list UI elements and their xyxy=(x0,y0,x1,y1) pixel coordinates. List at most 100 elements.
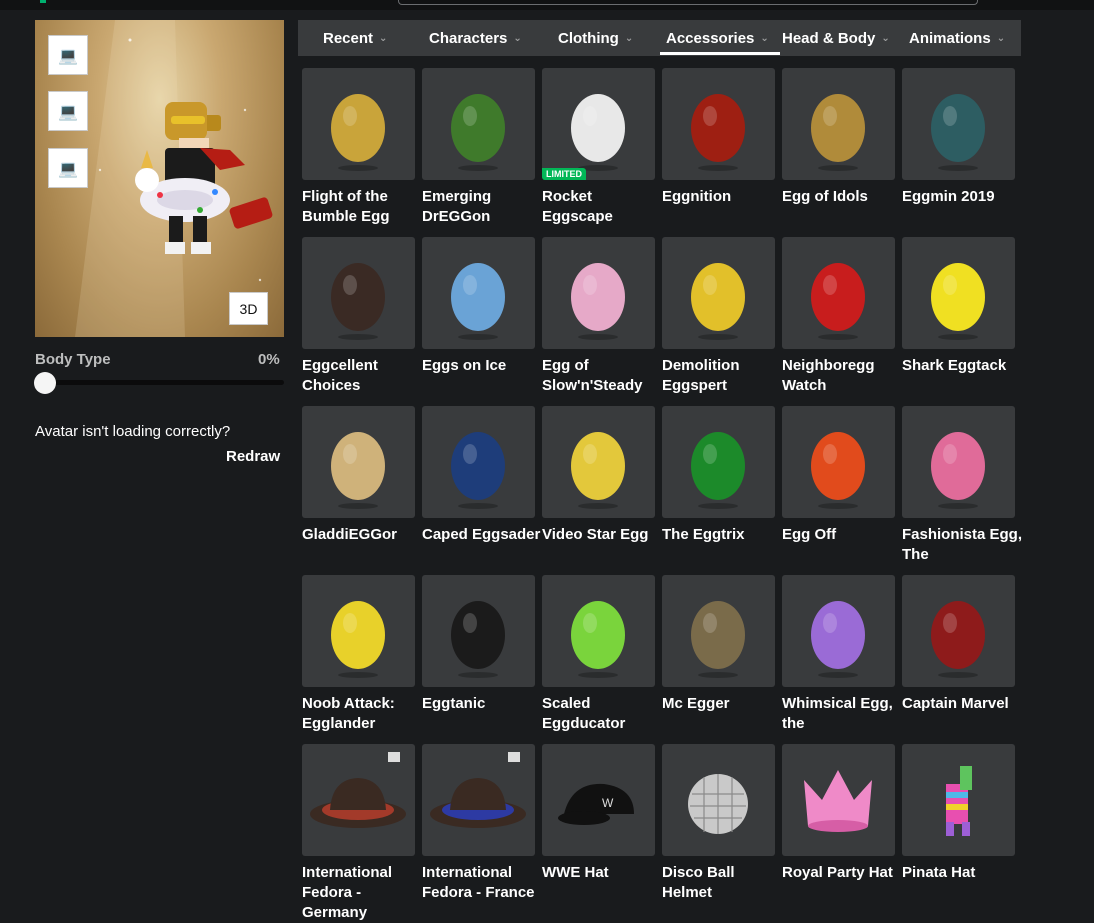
item-card[interactable]: Scaled Eggducator xyxy=(542,575,655,735)
item-name[interactable]: Captain Marvel xyxy=(902,694,1022,714)
item-card[interactable]: W WWE Hat xyxy=(542,744,655,904)
item-card[interactable]: Video Star Egg xyxy=(542,406,655,566)
tab-recent[interactable]: Recent ⌄ xyxy=(323,20,387,56)
item-name[interactable]: International Fedora - France xyxy=(422,863,542,903)
body-type-slider[interactable] xyxy=(35,380,284,385)
item-name[interactable]: Egg of Idols xyxy=(782,187,902,207)
item-thumbnail[interactable] xyxy=(542,575,655,687)
item-name[interactable]: The Eggtrix xyxy=(662,525,782,545)
item-card[interactable]: Egg Off xyxy=(782,406,895,566)
item-card[interactable]: GladdiEGGor xyxy=(302,406,415,566)
item-thumbnail[interactable] xyxy=(302,406,415,518)
item-thumbnail[interactable] xyxy=(902,575,1015,687)
item-name[interactable]: Caped Eggsader xyxy=(422,525,542,545)
item-card[interactable]: International Fedora - Germany xyxy=(302,744,415,921)
item-card[interactable]: Pinata Hat xyxy=(902,744,1015,904)
item-thumbnail[interactable] xyxy=(902,237,1015,349)
item-thumbnail[interactable] xyxy=(782,68,895,180)
item-thumbnail[interactable]: LIMITED xyxy=(542,68,655,180)
item-name[interactable]: WWE Hat xyxy=(542,863,662,883)
item-card[interactable]: Mc Egger xyxy=(662,575,775,735)
item-name[interactable]: Egg of Slow'n'Steady xyxy=(542,356,662,396)
item-thumbnail[interactable] xyxy=(782,406,895,518)
tab-characters[interactable]: Characters ⌄ xyxy=(429,20,522,56)
item-thumbnail[interactable] xyxy=(422,237,535,349)
item-card[interactable]: Emerging DrEGGon xyxy=(422,68,535,228)
item-card[interactable]: Egg of Slow'n'Steady xyxy=(542,237,655,397)
redraw-button[interactable]: Redraw xyxy=(226,448,280,465)
item-card[interactable]: Demolition Eggspert xyxy=(662,237,775,397)
item-card[interactable]: Eggmin 2019 xyxy=(902,68,1015,228)
item-thumbnail[interactable] xyxy=(422,406,535,518)
item-name[interactable]: Eggs on Ice xyxy=(422,356,542,376)
outfit-slot-1-button[interactable]: 💻 xyxy=(48,35,88,75)
item-name[interactable]: Royal Party Hat xyxy=(782,863,902,883)
search-bar[interactable] xyxy=(398,0,978,5)
tab-animations[interactable]: Animations ⌄ xyxy=(909,20,1005,56)
item-thumbnail[interactable] xyxy=(662,237,775,349)
item-name[interactable]: Whimsical Egg, the xyxy=(782,694,902,734)
item-name[interactable]: Eggmin 2019 xyxy=(902,187,1022,207)
item-thumbnail[interactable] xyxy=(662,744,775,856)
tab-accessories[interactable]: Accessories ⌄ xyxy=(666,20,769,56)
avatar-viewer[interactable]: 💻 💻 💻 3D xyxy=(35,20,284,337)
item-thumbnail[interactable] xyxy=(902,744,1015,856)
item-card[interactable]: Whimsical Egg, the xyxy=(782,575,895,735)
item-thumbnail[interactable] xyxy=(542,237,655,349)
item-name[interactable]: Video Star Egg xyxy=(542,525,662,545)
item-name[interactable]: Neighboregg Watch xyxy=(782,356,902,396)
item-card[interactable]: Noob Attack: Egglander xyxy=(302,575,415,735)
item-thumbnail[interactable]: W xyxy=(542,744,655,856)
item-card[interactable]: Caped Eggsader xyxy=(422,406,540,566)
item-thumbnail[interactable] xyxy=(662,575,775,687)
item-name[interactable]: Pinata Hat xyxy=(902,863,1022,883)
item-name[interactable]: Eggtanic xyxy=(422,694,542,714)
item-card[interactable]: Royal Party Hat xyxy=(782,744,895,904)
item-thumbnail[interactable] xyxy=(662,68,775,180)
toggle-3d-button[interactable]: 3D xyxy=(229,292,268,325)
item-card[interactable]: The Eggtrix xyxy=(662,406,775,566)
item-thumbnail[interactable] xyxy=(422,68,535,180)
item-name[interactable]: GladdiEGGor xyxy=(302,525,422,545)
item-card[interactable]: Eggcellent Choices xyxy=(302,237,415,397)
item-thumbnail[interactable] xyxy=(302,744,415,856)
item-name[interactable]: Flight of the Bumble Egg xyxy=(302,187,422,227)
item-name[interactable]: Rocket Eggscape xyxy=(542,187,662,227)
item-card[interactable]: Fashionista Egg, The xyxy=(902,406,1022,566)
item-name[interactable]: Egg Off xyxy=(782,525,902,545)
body-type-slider-thumb[interactable] xyxy=(34,372,56,394)
item-card[interactable]: Eggnition xyxy=(662,68,775,228)
item-card[interactable]: Flight of the Bumble Egg xyxy=(302,68,415,228)
item-name[interactable]: Emerging DrEGGon xyxy=(422,187,542,227)
item-name[interactable]: Eggcellent Choices xyxy=(302,356,422,396)
outfit-slot-3-button[interactable]: 💻 xyxy=(48,148,88,188)
item-card[interactable]: Disco Ball Helmet xyxy=(662,744,775,904)
tab-head-body[interactable]: Head & Body ⌄ xyxy=(782,20,890,56)
item-card[interactable]: Neighboregg Watch xyxy=(782,237,895,397)
item-thumbnail[interactable] xyxy=(302,68,415,180)
item-thumbnail[interactable] xyxy=(662,406,775,518)
item-name[interactable]: Shark Eggtack xyxy=(902,356,1022,376)
item-name[interactable]: Eggnition xyxy=(662,187,782,207)
tab-clothing[interactable]: Clothing ⌄ xyxy=(558,20,633,56)
item-thumbnail[interactable] xyxy=(902,68,1015,180)
item-name[interactable]: Mc Egger xyxy=(662,694,782,714)
outfit-slot-2-button[interactable]: 💻 xyxy=(48,91,88,131)
item-name[interactable]: Noob Attack: Egglander xyxy=(302,694,422,734)
item-thumbnail[interactable] xyxy=(422,575,535,687)
item-thumbnail[interactable] xyxy=(902,406,1015,518)
item-thumbnail[interactable] xyxy=(782,744,895,856)
item-name[interactable]: International Fedora - Germany xyxy=(302,863,422,923)
item-card[interactable]: LIMITED Rocket Eggscape xyxy=(542,68,655,228)
item-name[interactable]: Demolition Eggspert xyxy=(662,356,782,396)
item-card[interactable]: Eggs on Ice xyxy=(422,237,535,397)
item-thumbnail[interactable] xyxy=(302,575,415,687)
item-thumbnail[interactable] xyxy=(422,744,535,856)
item-card[interactable]: International Fedora - France xyxy=(422,744,535,904)
item-name[interactable]: Scaled Eggducator xyxy=(542,694,662,734)
item-card[interactable]: Shark Eggtack xyxy=(902,237,1015,397)
item-name[interactable]: Fashionista Egg, The xyxy=(902,525,1022,565)
item-thumbnail[interactable] xyxy=(782,575,895,687)
item-name[interactable]: Disco Ball Helmet xyxy=(662,863,782,903)
item-thumbnail[interactable] xyxy=(302,237,415,349)
